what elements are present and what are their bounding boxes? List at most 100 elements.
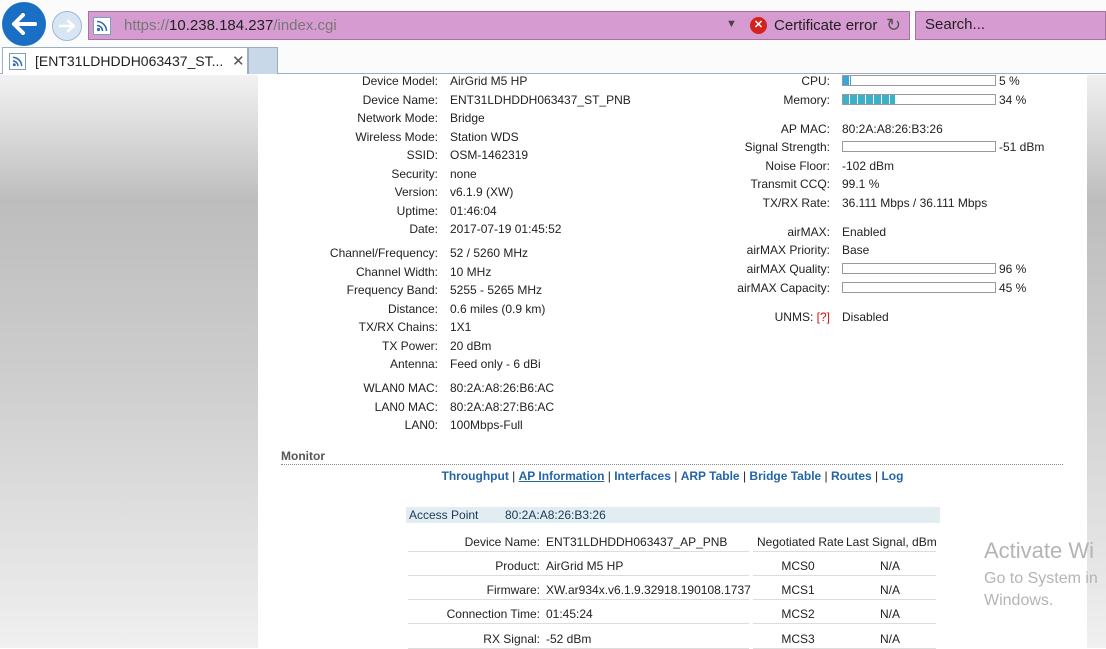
memory-value: 34 % xyxy=(999,93,1027,107)
status-value: Feed only - 6 dBi xyxy=(450,357,541,371)
ap-info-label: Device Name: xyxy=(464,535,540,549)
status-label: Wireless Mode: xyxy=(355,130,438,144)
access-point-mac: 80:2A:A8:26:B3:26 xyxy=(505,508,606,522)
close-icon[interactable]: ✕ xyxy=(232,52,245,70)
status-label: Distance: xyxy=(387,302,438,316)
browser-tab[interactable]: [ENT31LDHDDH063437_ST... ✕ xyxy=(2,47,248,74)
status-label: LAN0: xyxy=(404,418,438,432)
url-text[interactable]: https://10.238.184.237/index.cgi xyxy=(124,17,337,34)
watermark-line3: Windows. xyxy=(984,592,1054,609)
dropdown-icon[interactable]: ▼ xyxy=(726,18,737,30)
forward-button[interactable] xyxy=(52,11,82,41)
noise-floor-value: -102 dBm xyxy=(842,159,895,173)
certificate-error-label[interactable]: Certificate error xyxy=(774,17,877,34)
address-bar[interactable]: https://10.238.184.237/index.cgi ▼ ✕ Cer… xyxy=(88,11,910,40)
activate-windows-watermark: Activate Wi Go to System in Windows. xyxy=(984,538,1098,610)
status-label: Channel/Frequency: xyxy=(329,246,438,260)
airmax-quality-value: 96 % xyxy=(999,262,1027,276)
airmax-label: airMAX: xyxy=(787,225,830,239)
last-signal: N/A xyxy=(879,607,900,621)
airmax-priority-value: Base xyxy=(842,243,870,257)
monitor-link-bridge-table[interactable]: Bridge Table xyxy=(749,469,821,483)
cpu-bar xyxy=(842,75,996,86)
status-label: Security: xyxy=(391,167,438,181)
airmax-capacity-value: 45 % xyxy=(999,281,1027,295)
status-label: Channel Width: xyxy=(355,265,438,279)
arrow-right-icon xyxy=(58,19,76,33)
access-point-header: Access Point 80:2A:A8:26:B3:26 xyxy=(406,507,940,523)
status-label: TX Power: xyxy=(381,339,438,353)
status-value: 80:2A:A8:27:B6:AC xyxy=(450,400,555,414)
rss-icon xyxy=(9,52,26,70)
status-label: Date: xyxy=(409,222,438,236)
status-value: 2017-07-19 01:45:52 xyxy=(450,222,562,236)
status-label: Device Name: xyxy=(362,93,438,107)
status-value: AirGrid M5 HP xyxy=(450,74,528,88)
status-label: Network Mode: xyxy=(357,111,438,125)
status-value: Bridge xyxy=(450,111,485,125)
monitor-heading: Monitor xyxy=(281,449,325,463)
monitor-link-arp-table[interactable]: ARP Table xyxy=(681,469,740,483)
airmax-quality-bar xyxy=(842,263,996,274)
rate-column-header: Negotiated Rate xyxy=(757,535,844,549)
status-value: 20 dBm xyxy=(450,339,492,353)
table-row-divider xyxy=(408,623,749,624)
table-row-divider xyxy=(753,623,936,624)
airmax-quality-label: airMAX Quality: xyxy=(746,262,830,276)
txrx-rate-value: 36.111 Mbps / 36.111 Mbps xyxy=(842,196,988,210)
ap-mac-label: AP MAC: xyxy=(780,122,830,136)
last-signal: N/A xyxy=(879,559,900,573)
status-label: Version: xyxy=(394,185,438,199)
status-label: Device Model: xyxy=(361,74,438,88)
monitor-link-throughput[interactable]: Throughput xyxy=(442,469,509,483)
cpu-label: CPU: xyxy=(801,74,830,88)
unms-label: UNMS: [?] xyxy=(774,310,830,324)
monitor-divider xyxy=(281,464,1063,465)
transmit-ccq-label: Transmit CCQ: xyxy=(750,177,830,191)
status-value: ENT31LDHDDH063437_ST_PNB xyxy=(450,93,631,107)
airmax-capacity-bar xyxy=(842,282,996,293)
refresh-icon[interactable]: ↻ xyxy=(886,15,901,36)
status-label: LAN0 MAC: xyxy=(374,400,438,414)
monitor-link-interfaces[interactable]: Interfaces xyxy=(614,469,671,483)
monitor-link-ap-information[interactable]: AP Information xyxy=(519,469,605,483)
last-signal: N/A xyxy=(879,583,900,597)
airmax-capacity-label: airMAX Capacity: xyxy=(737,281,830,295)
status-value: 52 / 5260 MHz xyxy=(450,246,529,260)
unms-value: Disabled xyxy=(842,310,889,324)
table-row-divider xyxy=(753,551,936,552)
ap-info-value: 01:45:24 xyxy=(546,607,593,621)
access-point-label: Access Point xyxy=(409,508,479,522)
airmax-value: Enabled xyxy=(842,225,887,239)
rss-icon xyxy=(93,17,111,35)
ap-info-label: Firmware: xyxy=(486,583,540,597)
search-input[interactable]: Search... xyxy=(915,11,1106,40)
cpu-value: 5 % xyxy=(999,74,1020,88)
unms-help-link[interactable]: [?] xyxy=(817,310,830,324)
status-value: 01:46:04 xyxy=(450,204,497,218)
status-label: WLAN0 MAC: xyxy=(363,381,438,395)
status-value: OSM-1462319 xyxy=(450,148,529,162)
status-label: TX/RX Chains: xyxy=(358,320,438,334)
status-label: Frequency Band: xyxy=(346,283,438,297)
ap-info-value: AirGrid M5 HP xyxy=(546,559,624,573)
link-separator: | xyxy=(670,469,681,483)
monitor-links: Throughput | AP Information | Interfaces… xyxy=(0,469,1106,483)
airmax-priority-label: airMAX Priority: xyxy=(746,243,830,257)
link-separator: | xyxy=(739,469,750,483)
monitor-link-log[interactable]: Log xyxy=(881,469,903,483)
status-value: 10 MHz xyxy=(450,265,492,279)
back-button[interactable] xyxy=(2,2,46,46)
monitor-link-routes[interactable]: Routes xyxy=(831,469,872,483)
status-value: 5255 - 5265 MHz xyxy=(450,283,543,297)
link-separator: | xyxy=(508,469,519,483)
signal-column-header: Last Signal, dBm xyxy=(846,535,937,549)
ap-info-value: XW.ar934x.v6.1.9.32918.190108.1737 xyxy=(546,583,751,597)
new-tab-button[interactable] xyxy=(248,47,278,74)
status-value: 0.6 miles (0.9 km) xyxy=(450,302,546,316)
link-separator: | xyxy=(821,469,831,483)
certificate-error-icon[interactable]: ✕ xyxy=(750,17,767,34)
arrow-left-icon xyxy=(12,13,37,35)
ap-info-value: -52 dBm xyxy=(546,632,592,646)
negotiated-rate: MCS3 xyxy=(781,632,815,646)
